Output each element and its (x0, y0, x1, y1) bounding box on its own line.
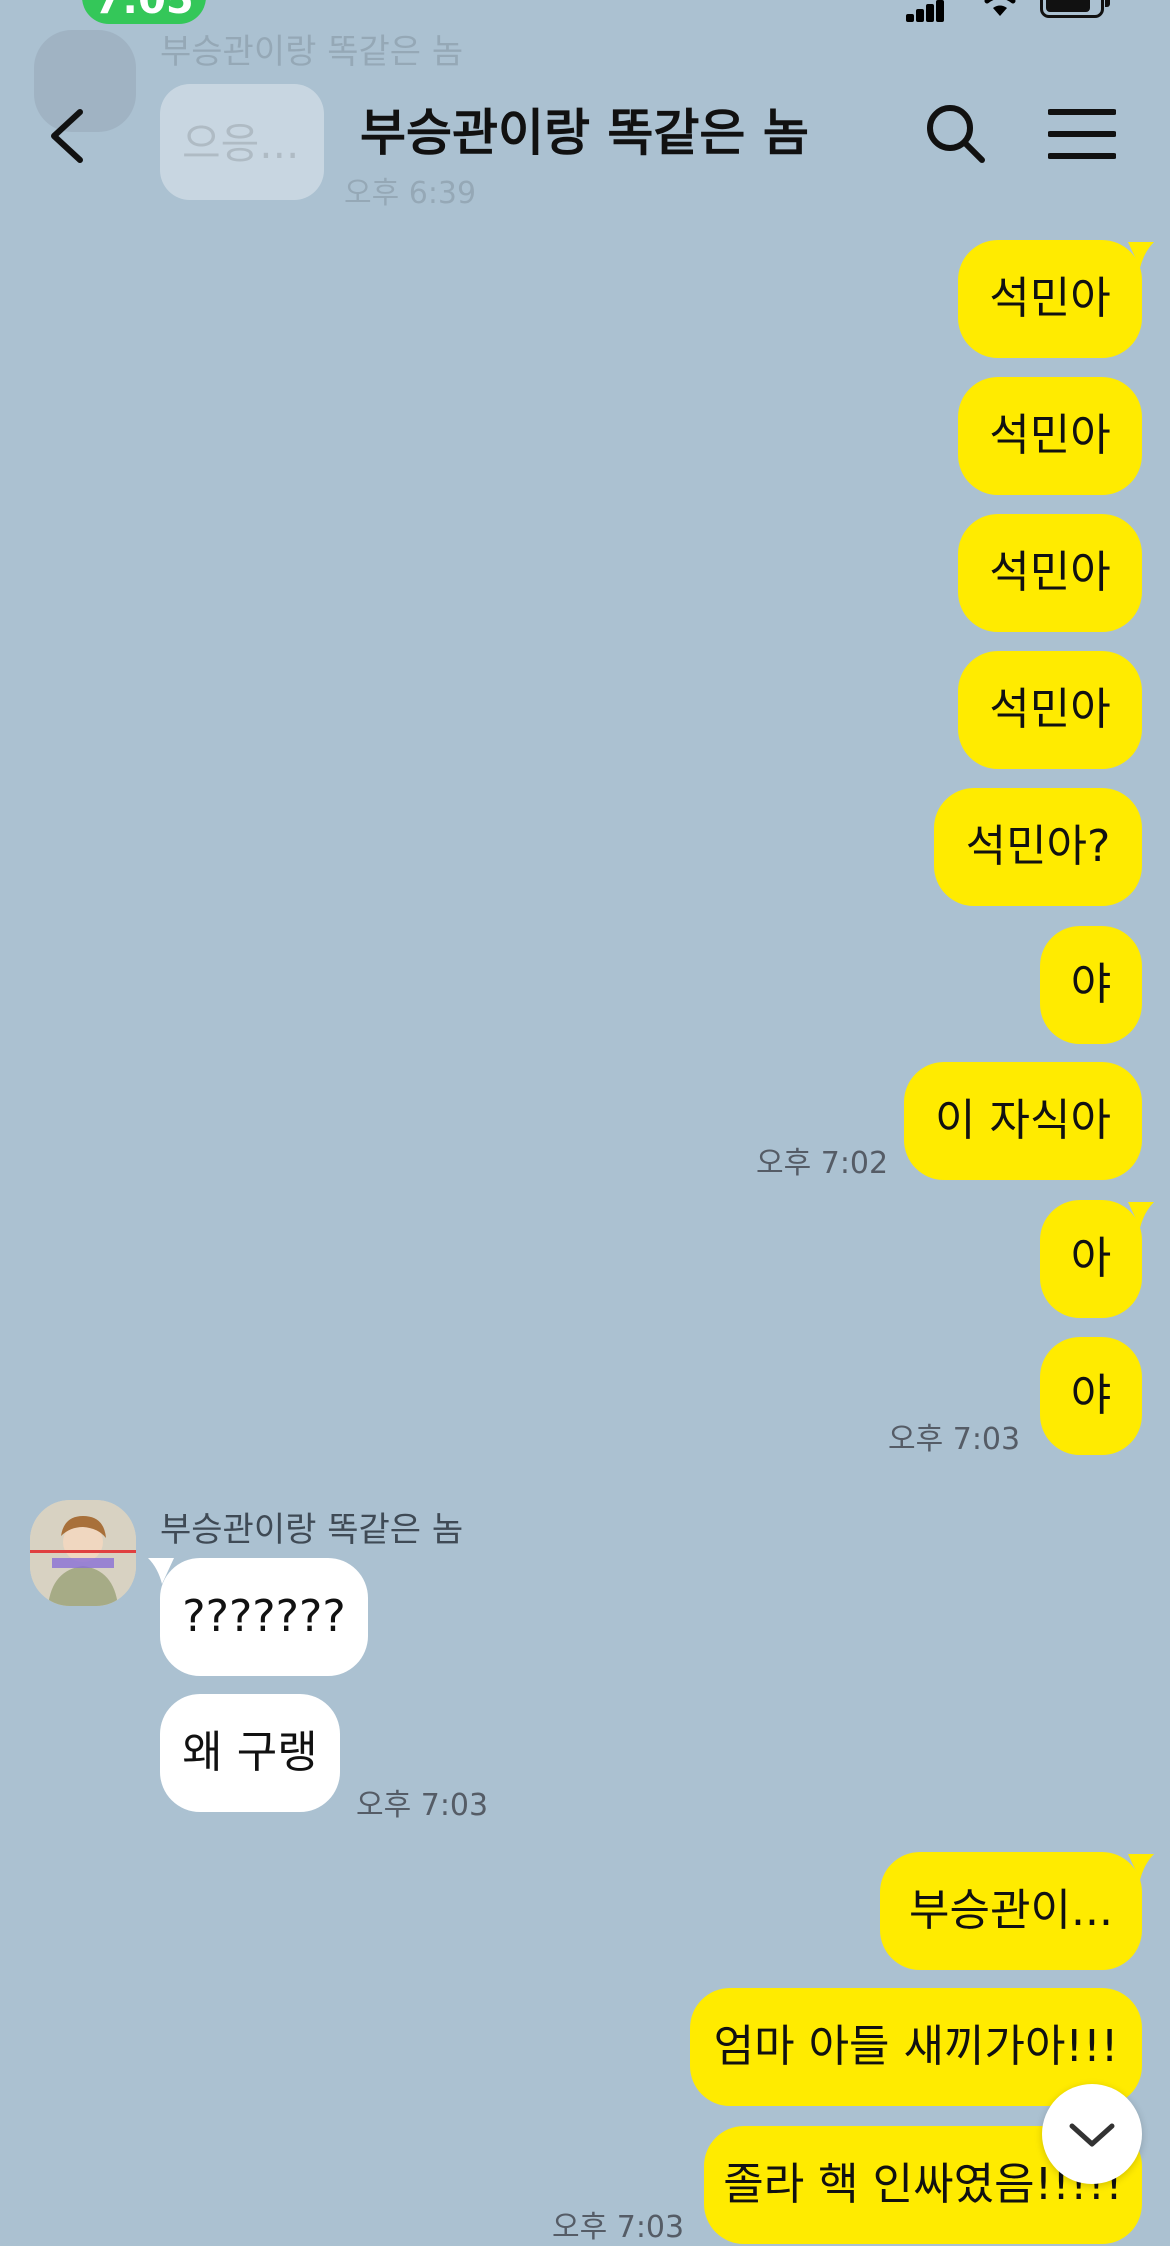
my-message-bubble[interactable]: 석민아 (958, 514, 1142, 632)
my-message-bubble[interactable]: 석민아? (934, 788, 1142, 906)
bubble-tail (1128, 242, 1154, 268)
message-time: 오후 7:02 (756, 1146, 889, 1181)
my-message-bubble[interactable]: 아 (1040, 1200, 1142, 1318)
avatar[interactable] (30, 1500, 136, 1606)
message-time: 오후 7:03 (552, 2210, 685, 2245)
chat-title[interactable]: 부승관이랑 똑같은 놈 (360, 100, 809, 166)
scroll-to-bottom-button[interactable] (1042, 2084, 1142, 2184)
cellular-signal-icon (906, 0, 946, 22)
back-arrow-icon[interactable] (36, 96, 96, 176)
hamburger-menu-icon[interactable] (1048, 108, 1116, 160)
my-message-bubble[interactable]: 부승관이... (880, 1852, 1142, 1970)
my-message-bubble[interactable]: 석민아 (958, 377, 1142, 495)
profile-photo (30, 1500, 136, 1606)
my-message-bubble[interactable]: 석민아 (958, 240, 1142, 358)
my-message-bubble[interactable]: 이 자식아 (904, 1062, 1142, 1180)
wifi-icon (984, 0, 1016, 16)
my-message-bubble[interactable]: 야 (1040, 926, 1142, 1044)
battery-icon (1040, 0, 1110, 18)
message-time: 오후 7:03 (888, 1422, 1021, 1457)
sender-name: 부승관이랑 똑같은 놈 (160, 1510, 464, 1550)
search-icon[interactable] (922, 100, 988, 166)
faded-sender-name: 부승관이랑 똑같은 놈 (160, 32, 464, 72)
their-message-bubble[interactable]: 왜 구랭 (160, 1694, 340, 1812)
bubble-tail (1128, 1854, 1154, 1880)
faded-message-time: 오후 6:39 (344, 176, 477, 211)
faded-message-text: 으응... (182, 119, 300, 168)
my-message-bubble[interactable]: 석민아 (958, 651, 1142, 769)
bubble-tail (1128, 1202, 1154, 1228)
chevron-down-icon (1069, 2123, 1115, 2147)
their-message-bubble[interactable]: ??????? (160, 1558, 368, 1676)
my-message-bubble[interactable]: 야 (1040, 1337, 1142, 1455)
status-time: 7:05 (82, 0, 206, 24)
message-time: 오후 7:03 (356, 1788, 489, 1823)
